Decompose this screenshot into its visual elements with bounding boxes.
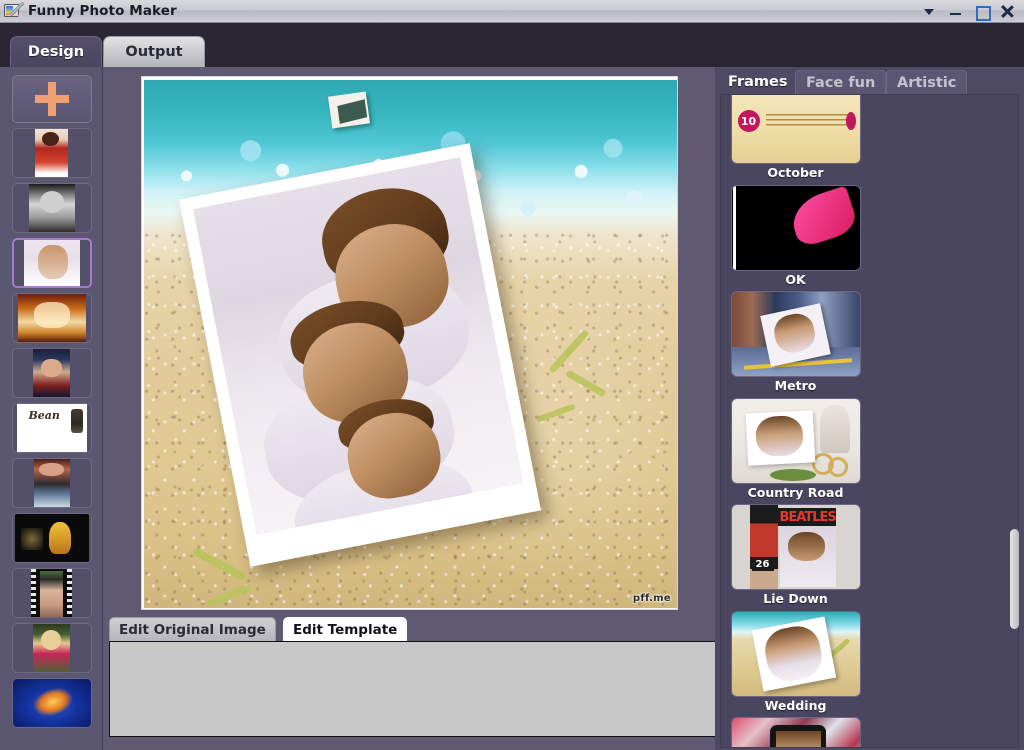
photo-placeholder [780, 527, 836, 587]
tab-edit-original-image[interactable]: Edit Original Image [109, 617, 276, 641]
poster-strip [750, 505, 778, 589]
watermark: pff.me [633, 593, 671, 604]
frame-badge: 10 [738, 110, 760, 132]
sidebar-item-photo-dark-gold[interactable] [12, 513, 92, 563]
app-icon [4, 3, 23, 19]
sidebar-item-photo-blue-glow[interactable] [12, 678, 92, 728]
thumbnail [33, 349, 70, 397]
tab-design[interactable]: Design [10, 36, 102, 67]
frame-item-country-road[interactable]: Country Road [726, 398, 865, 505]
sidebar-item-photo-blonde[interactable] [12, 623, 92, 673]
photo-placeholder [746, 410, 815, 465]
decorative-lines [766, 114, 850, 128]
sparkle-icon [17, 13, 23, 19]
frame-thumbnail[interactable] [731, 398, 861, 484]
plus-icon [35, 82, 69, 116]
sidebar-item-photo-bean[interactable]: Bean [12, 403, 92, 453]
edit-template-panel[interactable] [109, 641, 720, 737]
thumbnail [13, 679, 91, 727]
workspace: pff.me Edit Original Image Edit Template [103, 67, 715, 750]
tab-face-fun[interactable]: Face fun [795, 70, 886, 94]
tab-edit-template[interactable]: Edit Template [283, 617, 407, 641]
frame-thumbnail[interactable] [731, 185, 861, 271]
sidebar-item-photo-film-strip[interactable] [12, 568, 92, 618]
frame-thumbnail[interactable] [731, 611, 861, 697]
beach-template-image: pff.me [144, 80, 677, 608]
window-title: Funny Photo Maker [28, 3, 922, 19]
tablet-shape [770, 725, 826, 748]
frame-item-lie-down[interactable]: BEATLES 26 Lie Down [726, 504, 865, 611]
thumbnail [34, 459, 70, 507]
add-photo-button[interactable] [12, 75, 92, 123]
thumbnail: Bean [17, 404, 87, 452]
thumbnail-caption: Bean [29, 409, 60, 422]
main-tab-strip: Design Output [0, 23, 1024, 67]
frame-thumbnail[interactable] [731, 291, 861, 377]
thumbnail [18, 294, 86, 342]
frame-thumbnail[interactable] [731, 717, 861, 748]
tab-artistic[interactable]: Artistic [886, 70, 967, 94]
foliage-shape [770, 469, 816, 481]
sidebar-item-photo-blue-poster[interactable] [12, 348, 92, 398]
frame-label: Country Road [726, 484, 865, 505]
poster-title: BEATLES [778, 508, 836, 526]
figurine-shape [820, 405, 850, 453]
frame-item-metro[interactable]: Metro [726, 291, 865, 398]
effects-tab-strip: Frames Face fun Artistic [715, 67, 1024, 94]
thumbnail [33, 624, 70, 672]
frame-item-wedding[interactable]: Wedding [726, 611, 865, 718]
poster-number: 26 [752, 557, 774, 571]
frame-item-ok[interactable]: OK [726, 185, 865, 292]
thumbnail [35, 129, 68, 177]
photo-sidebar-list: Bean [0, 67, 103, 728]
photo-placeholder [752, 617, 837, 692]
frame-label: OK [726, 271, 865, 292]
photo-sidebar[interactable]: Bean [0, 67, 103, 750]
editor-tab-strip: Edit Original Image Edit Template [109, 617, 709, 641]
sidebar-item-photo-titanic[interactable] [12, 458, 92, 508]
film-perforation-right [67, 569, 72, 617]
thumbnail [24, 240, 80, 286]
sidebar-item-photo-three-children[interactable] [12, 238, 92, 288]
chevron-down-icon[interactable] [922, 4, 937, 19]
film-perforation-left [31, 569, 36, 617]
frames-scroll-area[interactable]: 10 October OK [720, 94, 1019, 748]
figure-shape [71, 409, 83, 433]
close-icon[interactable] [1000, 4, 1015, 19]
frame-label: October [726, 164, 865, 185]
beach-sign-prop [328, 92, 370, 129]
effects-panel: Frames Face fun Artistic 10 October [715, 67, 1024, 750]
frame-label: Metro [726, 377, 865, 398]
sidebar-item-photo-golden-couple[interactable] [12, 293, 92, 343]
title-bar: Funny Photo Maker [0, 0, 1024, 23]
frames-scrollbar[interactable] [1009, 94, 1020, 748]
thumbnail [15, 514, 89, 562]
thumbnail [29, 184, 75, 232]
canvas-preview[interactable]: pff.me [141, 76, 678, 610]
frame-item-october[interactable]: 10 October [726, 94, 865, 185]
frame-thumbnail[interactable]: BEATLES 26 [731, 504, 861, 590]
maximize-icon[interactable] [974, 4, 989, 19]
inserted-photo [193, 157, 523, 535]
sidebar-item-photo-woman-red[interactable] [12, 128, 92, 178]
frame-label: Lie Down [726, 590, 865, 611]
frame-label: Wedding [726, 697, 865, 718]
sidebar-item-photo-baby-bw[interactable] [12, 183, 92, 233]
frame-item-pop-star[interactable]: Pop Star [726, 717, 865, 748]
minimize-icon[interactable] [948, 4, 963, 19]
thumbnail [31, 569, 72, 617]
frames-grid: 10 October OK [721, 94, 1006, 748]
frame-thumbnail[interactable]: 10 [731, 94, 861, 164]
ring-shape [828, 457, 848, 477]
decorative-cap [846, 112, 856, 130]
tab-output[interactable]: Output [103, 36, 205, 67]
tab-frames[interactable]: Frames [718, 70, 798, 94]
frames-scrollbar-thumb[interactable] [1010, 529, 1019, 629]
window-controls [922, 4, 1015, 19]
